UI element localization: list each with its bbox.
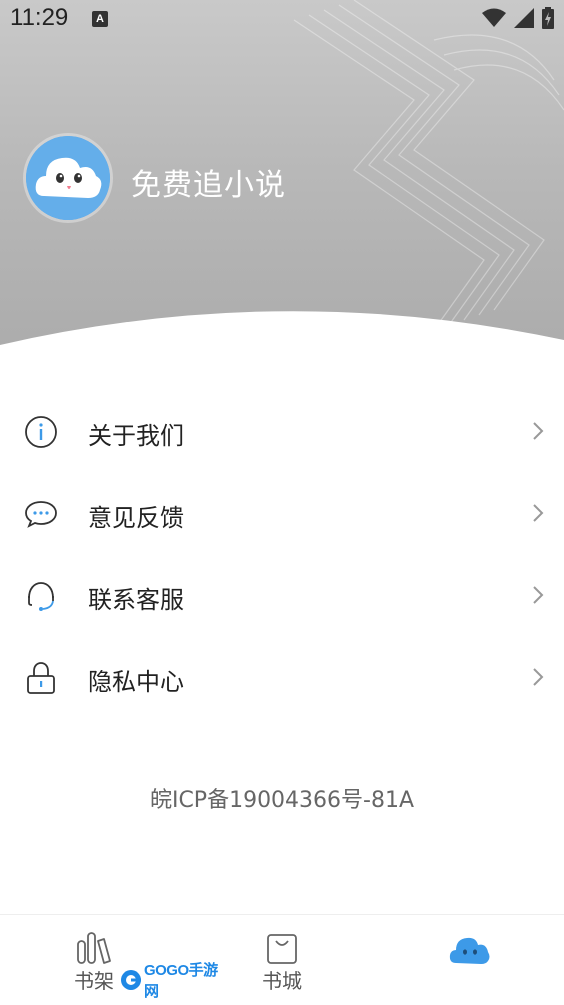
status-bar: 11:29 A: [0, 0, 564, 38]
shopping-bag-icon: [267, 934, 297, 964]
menu-label-feedback: 意见反馈: [88, 504, 184, 532]
watermark-logo: GOGO手游网: [120, 962, 232, 1000]
info-icon: [25, 416, 57, 448]
user-avatar[interactable]: [26, 136, 110, 220]
menu-label-about: 关于我们: [88, 422, 184, 450]
notification-icon: A: [92, 11, 108, 27]
wifi-icon: [482, 8, 506, 27]
lock-icon: [27, 662, 55, 694]
bookshelf-icon: [77, 932, 111, 964]
chevron-right-icon: [533, 422, 544, 440]
menu-item-customer-service[interactable]: 联系客服: [0, 554, 564, 636]
chevron-right-icon: [533, 504, 544, 522]
menu-label-privacy: 隐私中心: [88, 668, 184, 696]
settings-menu: 关于我们 意见反馈 联系客服 隐私中心: [0, 390, 564, 718]
signal-icon: [514, 8, 534, 28]
menu-item-privacy[interactable]: 隐私中心: [0, 636, 564, 718]
app-name: 免费追小说: [131, 168, 286, 203]
menu-item-about[interactable]: 关于我们: [0, 390, 564, 472]
chevron-right-icon: [533, 668, 544, 686]
header-curve: [0, 311, 564, 380]
menu-item-feedback[interactable]: 意见反馈: [0, 472, 564, 554]
headset-icon: [28, 582, 54, 611]
chat-bubble-icon: [25, 501, 57, 528]
cloud-mascot-icon: [449, 937, 490, 964]
bottom-tab-bar: 书架 书城: [0, 914, 564, 1005]
cloud-mascot-icon: [26, 136, 110, 220]
chevron-right-icon: [533, 586, 544, 604]
battery-icon: [542, 7, 554, 29]
watermark-text: GOGO手游网: [143, 962, 218, 1000]
icp-license: 皖ICP备19004366号-81A: [149, 788, 415, 813]
tab-profile[interactable]: [376, 915, 564, 1005]
status-time: 11:29: [10, 4, 69, 31]
menu-label-customer-service: 联系客服: [88, 586, 184, 614]
gogo-logo-icon: [120, 970, 141, 990]
